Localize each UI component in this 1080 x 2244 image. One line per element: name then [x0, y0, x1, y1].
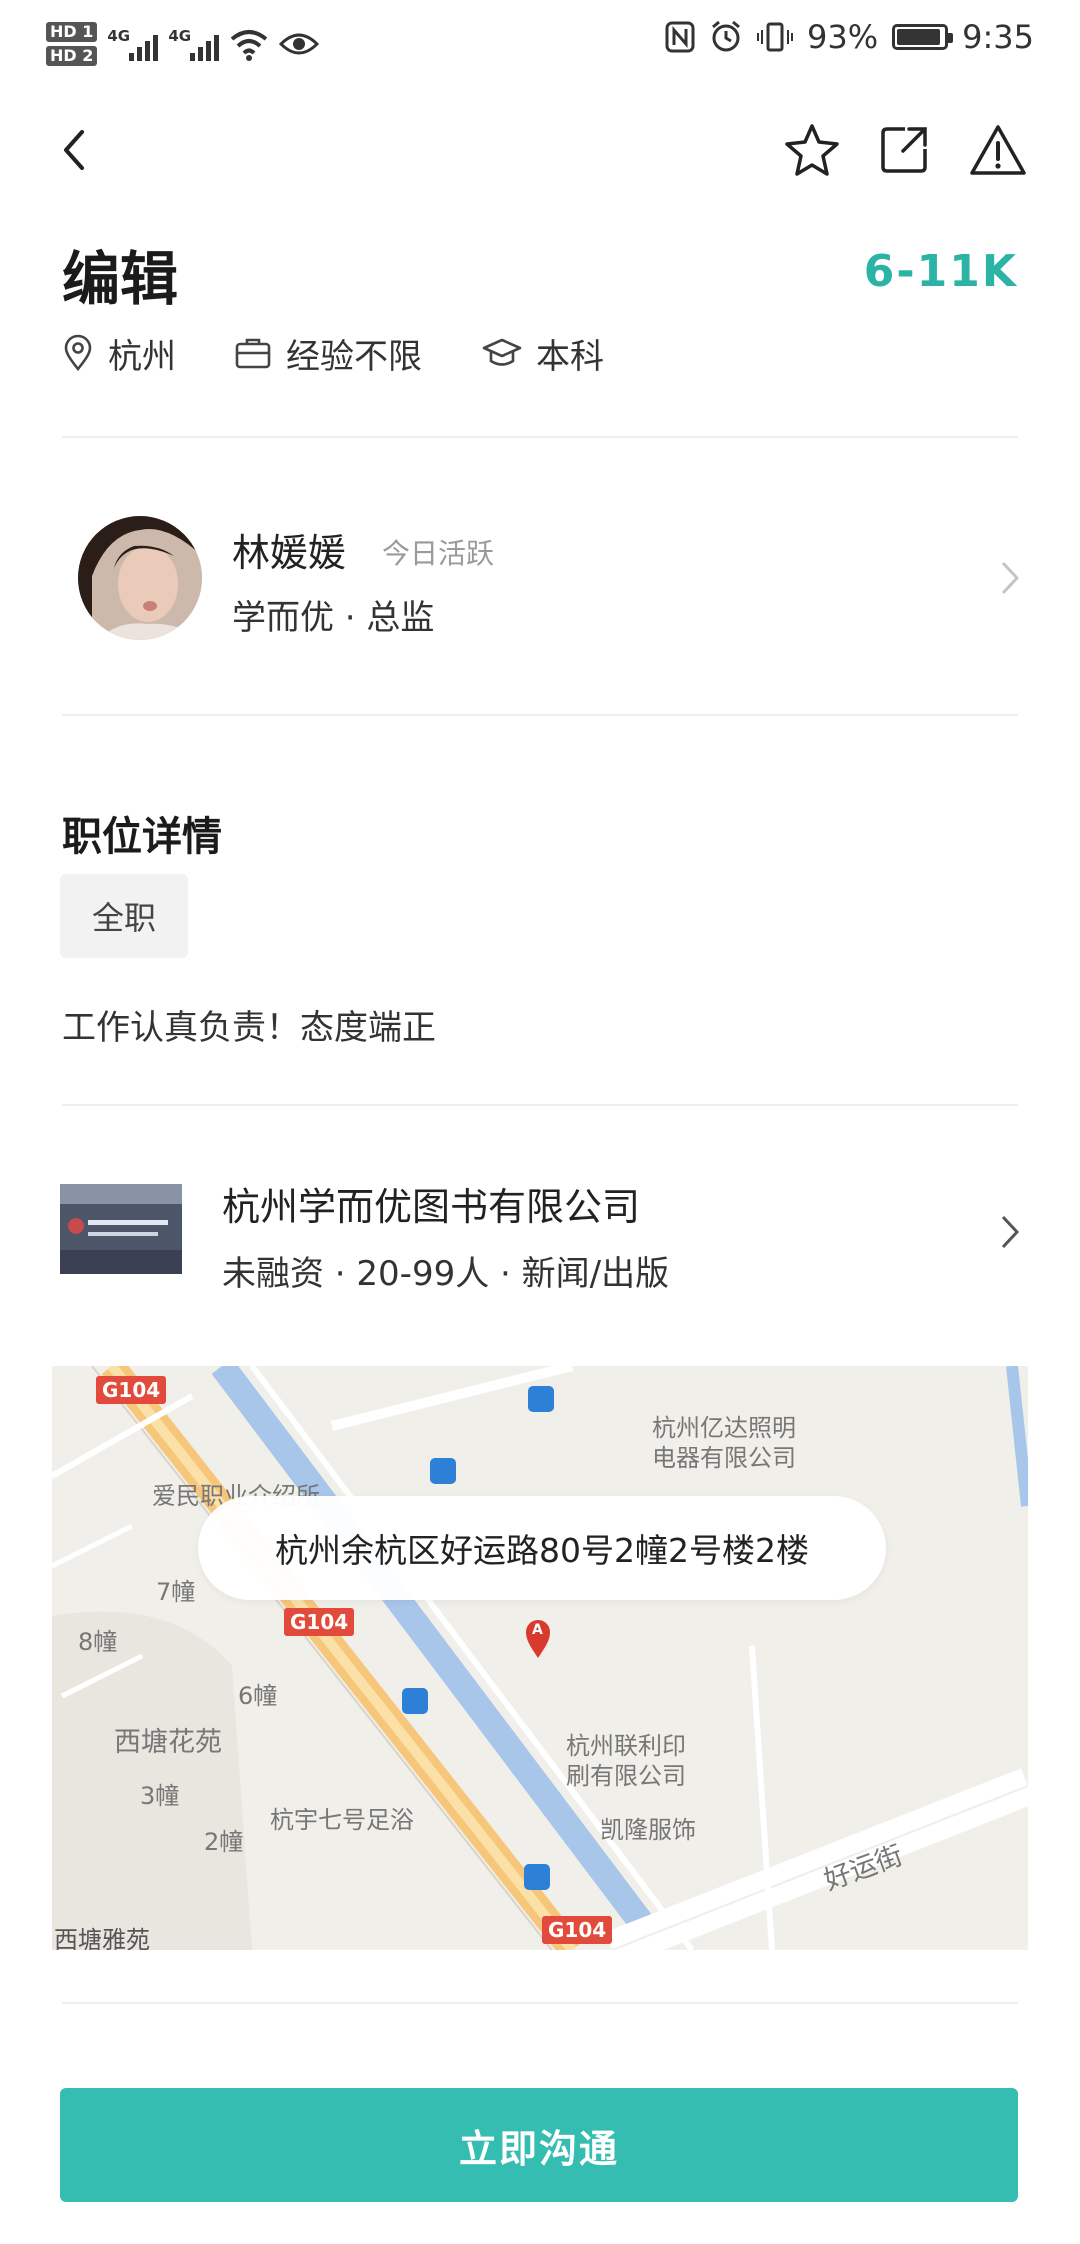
signal-icon-1: 4G [107, 27, 159, 61]
battery-icon [892, 24, 954, 50]
map-poi-label: 杭宇七号足浴 [270, 1806, 414, 1834]
bus-stop-icon [524, 1864, 550, 1890]
map-poi-label: 2幢 [204, 1828, 244, 1856]
map-poi-label: 凯隆服饰 [600, 1816, 696, 1844]
favorite-button[interactable] [780, 118, 844, 182]
map-poi-label: 8幢 [78, 1628, 118, 1656]
bus-stop-icon [528, 1386, 554, 1412]
eye-icon [279, 33, 320, 55]
status-right: 93% 9:35 [665, 18, 1034, 56]
salary: 6-11K [863, 246, 1018, 297]
road-sign-g104: G104 [96, 1376, 167, 1404]
chat-now-button[interactable]: 立即沟通 [60, 2088, 1018, 2202]
job-city: 杭州 [62, 328, 176, 378]
city-label: 杭州 [108, 336, 176, 377]
network-label-2: 4G [168, 27, 192, 45]
share-icon [881, 127, 927, 173]
location-map[interactable]: G104 G104 G104 杭州亿达照明 电器有限公司 爱民职业介绍所 7幢 … [52, 1366, 1028, 1950]
map-poi-label: 电器有限公司 [652, 1444, 796, 1472]
chevron-right-icon [1001, 561, 1020, 595]
hd2-badge: HD 2 [46, 46, 98, 66]
back-icon [64, 130, 84, 170]
road-sign-g104: G104 [284, 1608, 355, 1636]
recruiter-name: 林媛媛 [232, 531, 347, 575]
company-chevron [1000, 1214, 1020, 1254]
hd-badges: HD 1 HD 2 [46, 22, 98, 66]
report-icon [970, 125, 1026, 175]
job-type-tag: 全职 [60, 874, 188, 958]
divider [62, 436, 1018, 438]
active-status: 今日活跃 [382, 537, 495, 570]
report-button[interactable] [966, 118, 1030, 182]
map-poi-label: 刷有限公司 [566, 1762, 686, 1790]
job-experience: 经验不限 [234, 328, 422, 378]
back-button[interactable] [42, 118, 106, 182]
company-logo-image [60, 1184, 182, 1274]
company-info: 未融资 · 20-99人 · 新闻/出版 [222, 1254, 670, 1294]
job-description: 工作认真负责！态度端正 [62, 1008, 436, 1048]
map-poi-label: 西塘花苑 [114, 1727, 222, 1758]
address-bubble: 杭州余杭区好运路80号2幢2号楼2楼 [198, 1496, 886, 1600]
road-sign-g104: G104 [542, 1916, 613, 1944]
map-poi-label: 6幢 [238, 1682, 278, 1710]
job-education: 本科 [482, 328, 604, 378]
section-title: 职位详情 [62, 814, 222, 860]
star-icon [785, 124, 839, 176]
location-icon [64, 334, 92, 372]
wifi-icon [231, 30, 268, 61]
briefcase-icon [235, 338, 271, 369]
experience-label: 经验不限 [286, 336, 422, 377]
network-label-1: 4G [107, 27, 131, 45]
divider [62, 1104, 1018, 1106]
status-left: HD 1 HD 2 4G 4G [46, 14, 320, 74]
vibrate-icon [757, 22, 794, 52]
battery-percent: 93% [807, 18, 879, 56]
education-label: 本科 [536, 336, 604, 377]
bus-stop-icon [402, 1688, 428, 1714]
hd1-badge: HD 1 [46, 22, 98, 42]
bus-stop-icon [430, 1458, 456, 1484]
status-bar: HD 1 HD 2 4G 4G 93% 9:35 [0, 0, 1080, 90]
avatar [78, 516, 202, 640]
avatar-image [78, 516, 202, 640]
divider [62, 2002, 1018, 2004]
chevron-right-icon [1001, 1215, 1020, 1249]
nfc-icon [665, 21, 695, 53]
map-marker-label: A [532, 1622, 543, 1638]
company-name: 杭州学而优图书有限公司 [222, 1185, 641, 1229]
signal-icon-2: 4G [168, 27, 220, 61]
alarm-icon [712, 20, 740, 52]
divider [62, 714, 1018, 716]
graduation-icon [482, 338, 522, 366]
recruiter-role: 学而优 · 总监 [232, 598, 435, 638]
map-poi-label: 西塘雅苑 [54, 1926, 150, 1950]
job-title: 编辑 [62, 245, 179, 313]
share-button[interactable] [872, 118, 936, 182]
clock: 9:35 [962, 18, 1034, 56]
company-logo [60, 1184, 182, 1274]
recruiter-chevron [1000, 560, 1020, 600]
map-poi-label: 7幢 [156, 1578, 196, 1606]
map-poi-label: 3幢 [140, 1782, 180, 1810]
battery-fill [897, 29, 940, 45]
